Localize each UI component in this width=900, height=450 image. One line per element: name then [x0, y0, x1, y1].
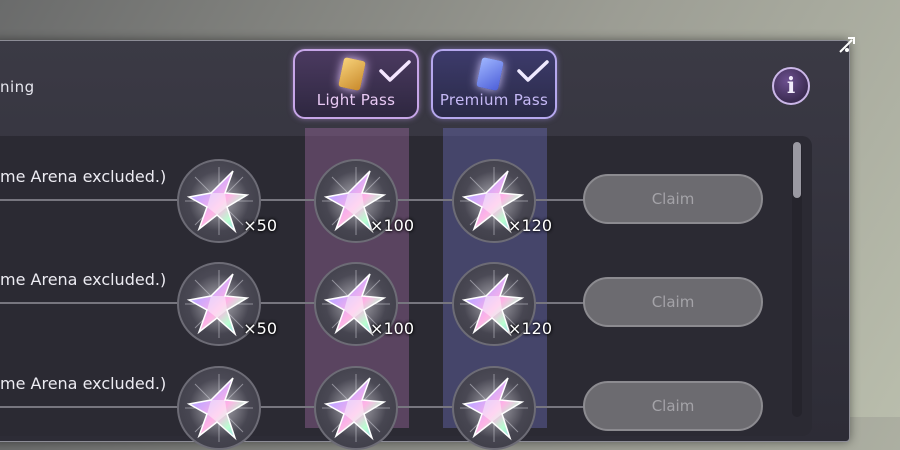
light-pass-reward[interactable]: ×100 [314, 159, 414, 243]
free-reward[interactable]: ×50 [177, 262, 277, 346]
premium-pass-card-icon [476, 57, 504, 91]
mission-title: ning [0, 78, 35, 96]
light-pass-label: Light Pass [316, 91, 396, 109]
light-pass-card-icon [338, 57, 366, 91]
reward-quantity: ×50 [243, 319, 277, 338]
claim-button[interactable]: Claim [583, 277, 763, 327]
free-reward[interactable]: ×50 [177, 159, 277, 243]
light-pass-tab[interactable]: Light Pass [293, 49, 419, 119]
premium-pass-reward[interactable]: ×120 [452, 159, 552, 243]
premium-pass-tab[interactable]: Premium Pass [431, 49, 557, 119]
light-pass-reward[interactable] [314, 366, 398, 450]
claim-button[interactable]: Claim [583, 174, 763, 224]
reward-quantity: ×100 [370, 319, 414, 338]
info-button[interactable]: i [772, 67, 810, 105]
mission-description: me Arena excluded.) [0, 167, 167, 186]
premium-pass-reward[interactable] [452, 366, 536, 450]
premium-pass-label: Premium Pass [439, 91, 549, 109]
list-item: me Arena excluded.) ×50 ×100 ×120 Claim [0, 140, 800, 243]
reward-quantity: ×100 [370, 216, 414, 235]
mission-description: me Arena excluded.) [0, 270, 167, 289]
mission-description: me Arena excluded.) [0, 374, 167, 393]
light-pass-reward[interactable]: ×100 [314, 262, 414, 346]
reward-quantity: ×50 [243, 216, 277, 235]
corner-decoration-icon [839, 37, 855, 53]
prism-star-icon [181, 370, 257, 446]
reward-quantity: ×120 [508, 216, 552, 235]
reward-quantity: ×120 [508, 319, 552, 338]
prism-star-icon [456, 370, 532, 446]
premium-pass-reward[interactable]: ×120 [452, 262, 552, 346]
prism-star-icon [318, 370, 394, 446]
claim-button[interactable]: Claim [583, 381, 763, 431]
checkmark-icon [517, 60, 549, 82]
info-icon: i [786, 73, 796, 99]
checkmark-icon [379, 60, 411, 82]
free-reward[interactable] [177, 366, 261, 450]
list-item: me Arena excluded.) ×50 ×100 ×120 Claim [0, 243, 800, 346]
list-item: me Arena excluded.) Claim [0, 347, 800, 450]
